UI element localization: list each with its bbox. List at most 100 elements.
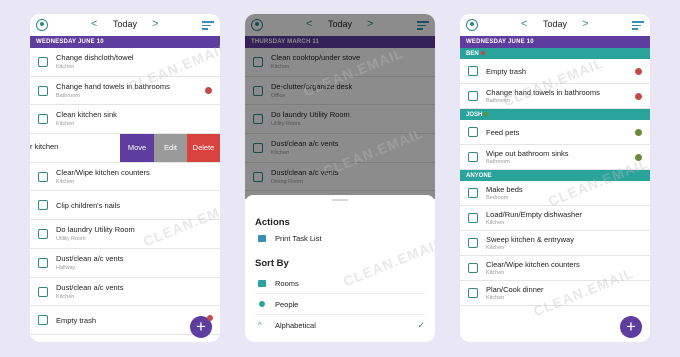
task-name: Dust/clean a/c vents	[56, 282, 124, 292]
phone-screen-task-list: < Today > WEDNESDAY JUNE 10 Change dishc…	[30, 14, 220, 342]
top-bar: < Today >	[30, 14, 220, 36]
task-room: Bedroom	[486, 195, 509, 201]
task-checkbox[interactable]	[468, 127, 478, 137]
task-row[interactable]: Change hand towels in bathrooms Bathroom	[460, 84, 650, 109]
task-checkbox[interactable]	[38, 315, 48, 326]
task-row[interactable]: Dust/clean a/c vents Hallway	[30, 248, 220, 278]
task-room: Kitchen	[486, 295, 505, 301]
group-label: JOSH	[466, 111, 483, 118]
task-room: Kitchen	[56, 64, 75, 70]
group-label: BEN	[466, 50, 479, 57]
sort-option-alphabetical[interactable]: ^ Alphabetical ✓	[255, 315, 425, 336]
task-checkbox[interactable]	[38, 286, 48, 297]
group-header-josh: JOSH	[460, 109, 650, 120]
task-checkbox[interactable]	[468, 188, 478, 198]
delete-button[interactable]: Delete	[187, 134, 220, 162]
next-day-button[interactable]: >	[582, 18, 588, 30]
task-name: Feed pets	[486, 128, 520, 137]
task-checkbox[interactable]	[38, 85, 48, 96]
sort-option-label: Rooms	[275, 279, 299, 288]
task-checkbox[interactable]	[468, 213, 478, 223]
task-room: Kitchen	[486, 270, 505, 276]
task-name: Clean kitchen sink	[56, 110, 117, 120]
add-task-button[interactable]: +	[620, 316, 642, 338]
task-name: Sweep kitchen & entryway	[486, 235, 574, 244]
task-room: Kitchen	[486, 245, 505, 251]
task-checkbox[interactable]	[468, 263, 478, 273]
sort-option-rooms[interactable]: Rooms	[255, 273, 425, 294]
assignee-avatar-icon	[635, 154, 642, 161]
swiped-task-row[interactable]: r kitchen Move Edit Delete	[30, 134, 220, 163]
next-day-button[interactable]: >	[152, 18, 158, 30]
assignee-avatar-icon	[635, 129, 642, 136]
bottom-sheet: Actions Print Task List Sort By Rooms Pe…	[245, 195, 435, 342]
dim-overlay[interactable]	[245, 14, 435, 199]
task-row[interactable]: Change hand towels in bathrooms Bathroom	[30, 76, 220, 106]
task-row[interactable]: Clean kitchen sink Kitchen	[30, 105, 220, 135]
assignee-avatar-icon	[635, 68, 642, 75]
chevron-up-icon: ^	[258, 321, 262, 330]
task-row[interactable]: Plan/Cook dinner Kitchen	[460, 281, 650, 306]
task-checkbox[interactable]	[468, 238, 478, 248]
task-name: Clear/Wipe kitchen counters	[486, 260, 580, 269]
task-row[interactable]: Clip children's nails	[30, 191, 220, 221]
phone-screen-by-people: < Today > WEDNESDAY JUNE 10 BEN Empty tr…	[460, 14, 650, 342]
sort-by-heading: Sort By	[255, 258, 289, 269]
top-bar: < Today >	[460, 14, 650, 36]
sheet-grabber[interactable]	[332, 199, 348, 201]
task-checkbox[interactable]	[38, 257, 48, 268]
task-checkbox[interactable]	[468, 288, 478, 298]
task-name: Empty trash	[486, 67, 527, 76]
task-row[interactable]: Dust/clean a/c vents Kitchen	[30, 277, 220, 307]
task-row[interactable]: Do laundry Utility Room Utility Room	[30, 220, 220, 249]
task-room: Bathroom	[56, 92, 80, 99]
task-row[interactable]: Feed pets	[460, 120, 650, 145]
task-room: Kitchen	[56, 178, 75, 185]
sort-menu-icon[interactable]	[632, 21, 644, 32]
task-name: Change dishcloth/towel	[56, 53, 134, 62]
date-header: WEDNESDAY JUNE 10	[30, 36, 220, 48]
task-checkbox[interactable]	[38, 57, 48, 67]
task-checkbox[interactable]	[468, 66, 478, 76]
print-label: Print Task List	[275, 234, 322, 243]
sort-option-people[interactable]: People	[255, 294, 425, 315]
task-row[interactable]: Sweep kitchen & entryway Kitchen	[460, 231, 650, 256]
task-row[interactable]: Make beds Bedroom	[460, 181, 650, 206]
task-row[interactable]: Clear/Wipe kitchen counters Kitchen	[30, 162, 220, 192]
group-header-ben: BEN	[460, 48, 650, 59]
person-avatar-icon	[480, 50, 485, 55]
task-checkbox[interactable]	[468, 91, 478, 101]
task-checkbox[interactable]	[38, 171, 48, 182]
task-room: Kitchen	[486, 220, 505, 226]
date-title: Today	[112, 19, 138, 29]
task-room: Hallway	[56, 264, 76, 271]
edit-button[interactable]: Edit	[154, 134, 187, 162]
task-name: Load/Run/Empty dishwasher	[486, 210, 582, 219]
phone-screen-sort-sheet: < Today > THURSDAY MARCH 11 Clean cookto…	[245, 14, 435, 342]
person-avatar-icon	[484, 111, 489, 116]
assignee-avatar-icon	[205, 86, 212, 94]
date-header: WEDNESDAY JUNE 10	[460, 36, 650, 48]
room-icon	[258, 280, 266, 287]
task-row[interactable]: Load/Run/Empty dishwasher Kitchen	[460, 206, 650, 231]
sort-menu-icon[interactable]	[202, 21, 214, 32]
task-checkbox[interactable]	[468, 152, 478, 162]
print-task-list-item[interactable]: Print Task List	[255, 228, 425, 249]
task-checkbox[interactable]	[38, 200, 48, 211]
task-name: Dust/clean a/c vents	[56, 253, 124, 263]
task-name: Clip children's nails	[56, 201, 120, 211]
date-title: Today	[542, 19, 568, 29]
task-name: Do laundry Utility Room	[56, 225, 135, 235]
printer-icon	[258, 235, 266, 242]
sort-option-label: People	[275, 300, 299, 309]
task-row[interactable]: Wipe out bathroom sinks Bathroom	[460, 145, 650, 170]
task-checkbox[interactable]	[38, 114, 48, 125]
task-room: Utility Room	[56, 236, 86, 243]
task-row[interactable]: Empty trash	[460, 59, 650, 84]
group-header-anyone: ANYONE	[460, 170, 650, 181]
task-row[interactable]: Change dishcloth/towel Kitchen	[30, 48, 220, 77]
task-room: Kitchen	[56, 121, 75, 128]
move-button[interactable]: Move	[120, 134, 154, 162]
task-row[interactable]: Clear/Wipe kitchen counters Kitchen	[460, 256, 650, 281]
task-checkbox[interactable]	[38, 229, 48, 240]
